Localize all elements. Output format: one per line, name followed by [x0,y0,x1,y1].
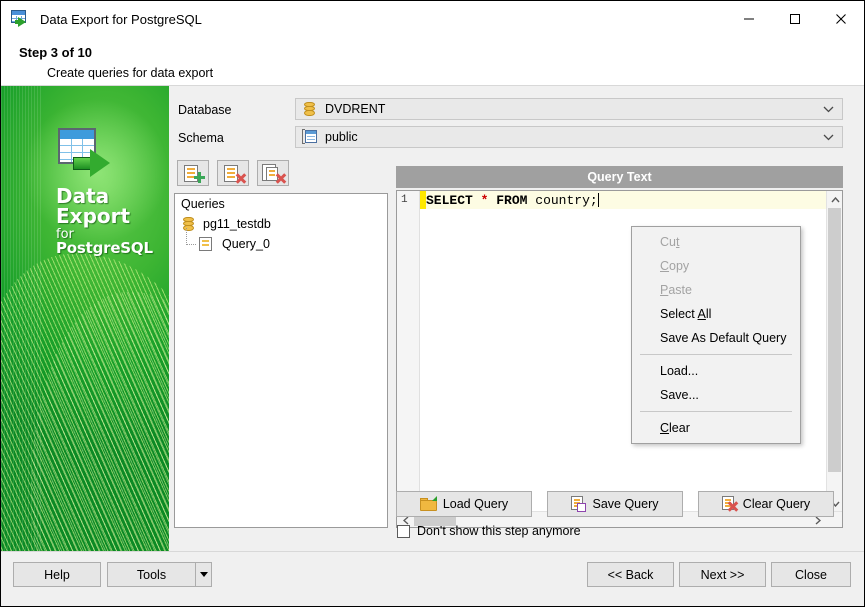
folder-open-icon [419,496,437,511]
delete-all-queries-button[interactable] [257,160,289,186]
tree-query-label: Query_0 [222,237,270,251]
close-label: Close [795,567,827,582]
context-menu-item-paste: Paste [660,283,692,297]
x-badge-icon [275,173,286,184]
clear-query-button[interactable]: Clear Query [698,491,834,517]
dont-show-step-checkbox-row[interactable]: Don't show this step anymore [397,524,581,538]
window-controls [726,1,864,37]
next-label: Next >> [700,567,745,582]
context-menu-item-copy: Copy [660,259,690,273]
editor-vertical-scrollbar[interactable] [826,191,842,512]
logo-line-4: PostgreSQL [56,239,153,258]
add-query-button[interactable] [177,160,209,186]
save-query-label: Save Query [592,497,659,511]
database-cylinder-icon [302,101,318,117]
tools-label: Tools [136,567,167,582]
database-value: DVDRENT [325,102,386,116]
text-caret [597,193,599,207]
wizard-content: Database DVDRENT Schema public Queries p… [169,86,864,551]
plus-badge-icon [194,172,205,183]
editor-context-menu[interactable]: Cut Copy Paste Select All Save As Defaul… [631,226,801,444]
step-header: Step 3 of 10 Create queries for data exp… [1,37,864,86]
tree-item-query[interactable]: Query_0 [175,228,387,254]
save-disk-icon [571,496,587,512]
tree-connector-line [186,228,196,245]
x-badge-icon [235,173,246,184]
table-export-icon [11,10,31,28]
data-export-logo-icon [56,128,114,180]
database-label: Database [178,103,232,117]
context-menu-label-save: Save... [660,388,699,402]
context-menu-item-select-all[interactable]: Select All [632,302,800,326]
step-description: Create queries for data export [47,66,214,80]
context-menu-label-load: Load... [660,364,699,378]
maximize-button[interactable] [772,1,818,37]
schema-value: public [325,130,358,144]
tree-connection-label: pg11_testdb [203,217,271,231]
sql-keyword-select: SELECT [426,192,473,208]
close-button[interactable] [818,1,864,37]
tools-dropdown-arrow[interactable] [196,562,212,587]
line-number: 1 [401,194,408,206]
context-menu-item-save[interactable]: Save... [632,383,800,407]
context-menu-separator [640,411,792,412]
minimize-button[interactable] [726,1,772,37]
data-export-wizard-window: Data Export for PostgreSQL Step 3 of 10 … [0,0,865,607]
schema-combobox[interactable]: public [295,126,843,148]
context-menu-item-load[interactable]: Load... [632,359,800,383]
sql-code-line: SELECT * FROM country; [426,191,842,209]
clear-x-icon [721,496,737,512]
tools-button[interactable]: Tools [107,562,196,587]
dialog-footer: Help Tools << Back Next >> Close [1,551,864,606]
chevron-down-icon [823,102,834,116]
save-query-button[interactable]: Save Query [547,491,683,517]
help-label: Help [44,567,70,582]
dont-show-step-label: Don't show this step anymore [417,524,581,538]
context-menu-item-clear[interactable]: Clear [632,416,800,440]
query-text-title: Query Text [587,170,652,184]
next-button[interactable]: Next >> [679,562,766,587]
scroll-up-arrow-icon[interactable] [827,191,842,208]
tree-root-label: Queries [175,194,387,214]
clear-query-label: Clear Query [742,497,811,511]
back-label: << Back [607,567,654,582]
query-text-header: Query Text [396,166,843,188]
title-bar: Data Export for PostgreSQL [1,1,864,37]
step-title: Step 3 of 10 [19,45,92,60]
schema-table-icon [302,129,318,145]
vertical-scroll-thumb[interactable] [828,208,841,472]
dont-show-step-checkbox[interactable] [397,524,410,538]
database-combobox[interactable]: DVDRENT [295,98,843,120]
query-document-icon [198,236,213,252]
context-menu-label-save-as-default: Save As Default Query [660,331,787,345]
dialog-body: Data Export for PostgreSQL Database DVDR… [1,86,864,551]
window-title: Data Export for PostgreSQL [40,11,202,27]
product-name: Data Export for PostgreSQL [56,186,153,256]
load-query-label: Load Query [442,497,509,511]
sql-identifier-country: country; [535,192,598,208]
chevron-down-icon [823,130,834,144]
delete-query-button[interactable] [217,160,249,186]
schema-label: Schema [178,131,224,145]
logo-line-2: Export [56,204,131,229]
close-button-footer[interactable]: Close [771,562,851,587]
load-query-button[interactable]: Load Query [396,491,532,517]
tree-item-connection[interactable]: pg11_testdb [175,214,387,234]
logo-line-1: Data [56,184,110,208]
sql-keyword-from: FROM [496,192,528,208]
tree-root-text: Queries [181,197,225,211]
context-menu-separator [640,354,792,355]
editor-gutter: 1 [397,191,420,527]
help-button[interactable]: Help [13,562,101,587]
product-banner: Data Export for PostgreSQL [1,86,169,551]
context-menu-item-cut: Cut [660,235,680,249]
context-menu-item-save-as-default-query[interactable]: Save As Default Query [632,326,800,350]
back-button[interactable]: << Back [587,562,674,587]
queries-tree-panel[interactable]: Queries pg11_testdb Query_0 [174,193,388,528]
sql-star: * [480,192,489,208]
